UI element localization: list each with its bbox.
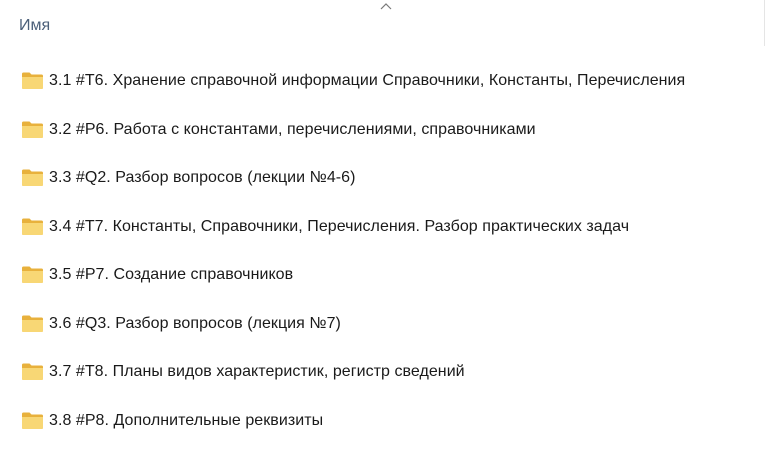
list-item[interactable]: 3.1 #T6. Хранение справочной информации … <box>0 57 765 106</box>
folder-name: 3.7 #T8. Планы видов характеристик, реги… <box>49 363 465 380</box>
folder-icon <box>22 72 43 89</box>
folder-name: 3.6 #Q3. Разбор вопросов (лекция №7) <box>49 314 341 332</box>
list-item[interactable]: 3.7 #T8. Планы видов характеристик, реги… <box>0 348 765 397</box>
list-item[interactable]: 3.8 #P8. Дополнительные реквизиты <box>0 397 765 446</box>
folder-name: 3.5 #P7. Создание справочников <box>49 266 294 283</box>
name-column-header[interactable]: Имя <box>19 16 50 36</box>
folder-name: 3.3 #Q2. Разбор вопросов (лекции №4-6) <box>49 169 356 186</box>
folder-name: 3.1 #T6. Хранение справочной информации … <box>49 72 686 89</box>
chevron-up-icon[interactable] <box>379 2 393 12</box>
folder-icon <box>22 121 43 138</box>
folder-icon <box>22 363 43 380</box>
folder-list: 3.1 #T6. Хранение справочной информации … <box>0 57 765 445</box>
list-item[interactable]: 3.6 #Q3. Разбор вопросов (лекция №7) <box>0 300 765 349</box>
folder-icon <box>22 315 43 332</box>
folder-name: 3.4 #T7. Константы, Справочники, Перечис… <box>49 217 630 235</box>
list-item[interactable]: 3.3 #Q2. Разбор вопросов (лекции №4-6) <box>0 154 765 203</box>
list-item[interactable]: 3.2 #P6. Работа с константами, перечисле… <box>0 106 765 155</box>
folder-icon <box>22 412 43 429</box>
folder-name: 3.8 #P8. Дополнительные реквизиты <box>49 411 324 429</box>
folder-icon <box>22 218 43 235</box>
column-header-row: Имя <box>0 0 765 48</box>
folder-name: 3.2 #P6. Работа с константами, перечисле… <box>49 120 536 138</box>
list-item[interactable]: 3.5 #P7. Создание справочников <box>0 251 765 300</box>
folder-icon <box>22 266 43 283</box>
file-explorer-window: Имя 3.1 #T6. Хранение справочной информа… <box>0 0 765 449</box>
list-item[interactable]: 3.4 #T7. Константы, Справочники, Перечис… <box>0 203 765 252</box>
folder-icon <box>22 169 43 186</box>
